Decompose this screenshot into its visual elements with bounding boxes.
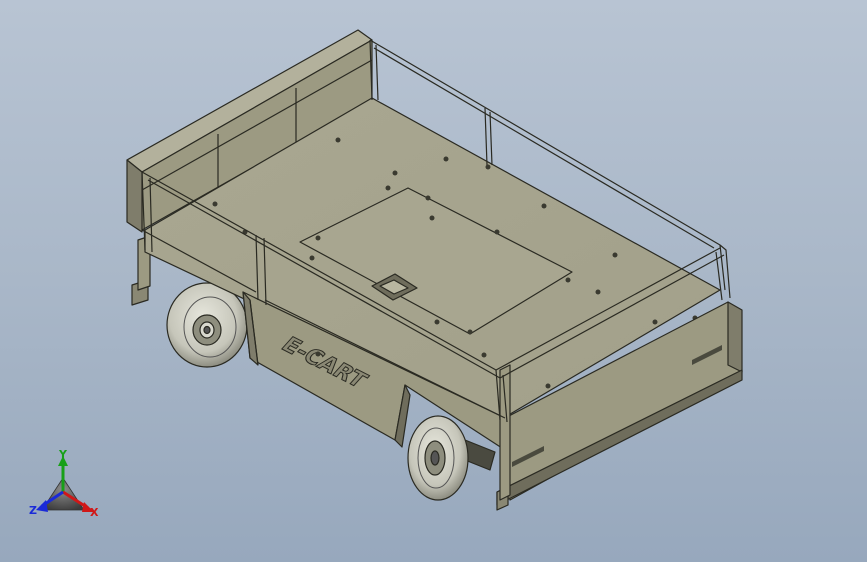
y-axis-label: Y xyxy=(58,448,68,461)
cad-viewport[interactable]: E-CART Y X Z xyxy=(0,0,867,562)
z-axis-arrow xyxy=(36,500,48,512)
orientation-triad[interactable]: Y X Z xyxy=(0,0,867,562)
x-axis-label: X xyxy=(90,506,99,519)
z-axis-label: Z xyxy=(29,504,37,517)
